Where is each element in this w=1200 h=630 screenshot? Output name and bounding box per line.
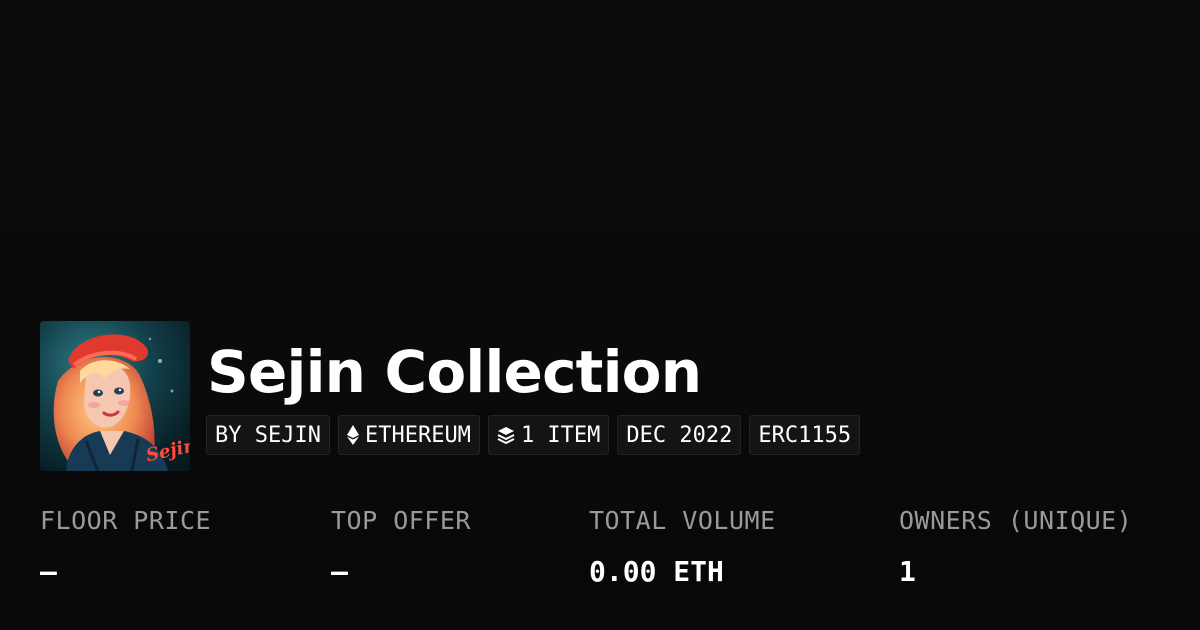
- top-offer-label: TOP OFFER: [331, 506, 471, 535]
- collection-tags: BY SEJIN ETHEREUM 1 ITEM DEC 2022 ERC115…: [206, 415, 861, 455]
- date-tag-label: DEC 2022: [626, 422, 733, 448]
- avatar-illustration: Sejin: [40, 321, 190, 471]
- total-volume-stat: TOTAL VOLUME 0.00 ETH: [589, 505, 776, 588]
- floor-price-value: –: [40, 555, 57, 588]
- total-volume-value: 0.00 ETH: [589, 555, 724, 588]
- date-tag: DEC 2022: [617, 415, 742, 455]
- owners-stat: OWNERS (UNIQUE) 1: [899, 505, 1132, 588]
- owners-label: OWNERS (UNIQUE): [899, 506, 1133, 535]
- chain-tag-label: ETHEREUM: [364, 422, 471, 448]
- owners-value: 1: [899, 555, 916, 588]
- layers-icon: [497, 427, 515, 444]
- floor-price-label: FLOOR PRICE: [40, 506, 212, 535]
- standard-tag-label: ERC1155: [758, 422, 852, 448]
- standard-tag: ERC1155: [749, 415, 861, 455]
- top-offer-stat: TOP OFFER –: [331, 505, 471, 588]
- top-offer-value: –: [331, 555, 348, 588]
- items-tag[interactable]: 1 ITEM: [487, 415, 610, 455]
- ethereum-icon: [346, 425, 359, 445]
- creator-tag[interactable]: BY SEJIN: [206, 415, 330, 455]
- collection-avatar: Sejin: [40, 321, 190, 471]
- creator-tag-label: BY SEJIN: [215, 422, 321, 448]
- floor-price-stat: FLOOR PRICE –: [40, 505, 211, 588]
- items-tag-label: 1 ITEM: [520, 422, 601, 448]
- collection-title: Sejin Collection: [207, 338, 702, 406]
- total-volume-label: TOTAL VOLUME: [589, 506, 776, 535]
- chain-tag[interactable]: ETHEREUM: [337, 415, 480, 455]
